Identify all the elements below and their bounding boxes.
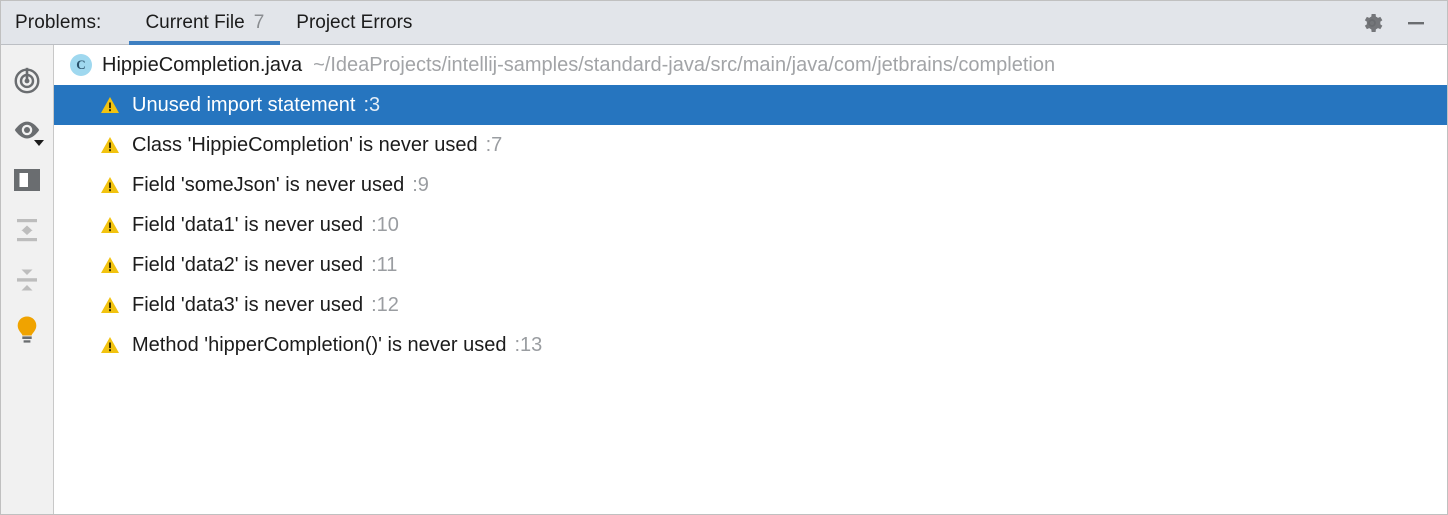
problem-message: Field 'someJson' is never used: [132, 173, 405, 196]
problems-list: C HippieCompletion.java ~/IdeaProjects/i…: [54, 45, 1447, 514]
hide-panel-button[interactable]: [1399, 6, 1433, 40]
problem-line-number: :9: [412, 173, 429, 196]
problem-line-number: :10: [371, 213, 399, 236]
problem-message: Unused import statement: [132, 93, 356, 116]
warning-triangle-icon: [101, 137, 119, 153]
problem-row[interactable]: Field 'data1' is never used :10: [54, 205, 1447, 245]
warning-triangle-icon: [101, 257, 119, 273]
inspection-target-icon: [14, 67, 40, 94]
toolbar-item-expand-all[interactable]: [5, 205, 49, 255]
problem-row[interactable]: Unused import statement :3: [54, 85, 1447, 125]
toolbar-item-inspections[interactable]: [5, 55, 49, 105]
problem-line-number: :13: [514, 333, 543, 356]
problem-line-number: :12: [371, 293, 399, 316]
collapse-all-icon: [17, 269, 37, 291]
problem-row[interactable]: Method 'hipperCompletion()' is never use…: [54, 325, 1447, 365]
problem-line-number: :7: [485, 133, 503, 156]
toolbar-item-view-options[interactable]: [5, 105, 49, 155]
problem-line-number: :3: [363, 93, 381, 116]
lightbulb-icon: [17, 316, 37, 343]
warning-triangle-icon: [101, 337, 119, 353]
problem-message: Field 'data1' is never used: [132, 213, 364, 236]
page-title: Problems:: [15, 11, 102, 33]
tool-window-header: Problems: Current File 7 Project Errors: [1, 1, 1447, 45]
left-toolbar: [1, 45, 54, 514]
problem-row[interactable]: Field 'someJson' is never used :9: [54, 165, 1447, 205]
problem-row[interactable]: Class 'HippieCompletion' is never used :…: [54, 125, 1447, 165]
problem-message: Field 'data3' is never used: [132, 293, 364, 316]
problem-message: Class 'HippieCompletion' is never used: [132, 133, 478, 156]
settings-button[interactable]: [1355, 6, 1389, 40]
tab-current-file-count: 7: [253, 11, 265, 33]
toolbar-item-collapse-all[interactable]: [5, 255, 49, 305]
problem-row[interactable]: Field 'data3' is never used :12: [54, 285, 1447, 325]
warning-triangle-icon: [101, 217, 119, 233]
tab-project-errors-label: Project Errors: [296, 11, 413, 33]
problem-row[interactable]: Field 'data2' is never used :11: [54, 245, 1447, 285]
problems-tool-window: Problems: Current File 7 Project Errors: [0, 0, 1448, 515]
warning-triangle-icon: [101, 177, 119, 193]
tab-current-file-label: Current File: [145, 11, 245, 33]
file-path: ~/IdeaProjects/intellij-samples/standard…: [313, 53, 1056, 76]
expand-all-icon: [17, 219, 37, 242]
warning-triangle-icon: [101, 297, 119, 313]
java-class-icon: C: [70, 54, 92, 76]
tab-project-errors[interactable]: Project Errors: [280, 1, 428, 45]
eye-icon: [14, 121, 40, 139]
file-name: HippieCompletion.java: [102, 53, 303, 76]
split-panel-icon: [14, 169, 40, 191]
problem-line-number: :11: [371, 253, 398, 276]
file-row[interactable]: C HippieCompletion.java ~/IdeaProjects/i…: [54, 45, 1447, 85]
warning-triangle-icon: [101, 97, 119, 113]
gear-icon: [1364, 13, 1383, 32]
minimize-icon: [1408, 21, 1424, 24]
problem-message: Method 'hipperCompletion()' is never use…: [132, 333, 507, 356]
problem-message: Field 'data2' is never used: [132, 253, 364, 276]
header-actions: [1355, 6, 1447, 40]
tab-current-file[interactable]: Current File 7: [129, 1, 281, 45]
toolbar-item-editor-preview[interactable]: [5, 155, 49, 205]
chevron-down-icon: [34, 140, 44, 146]
toolbar-item-quick-fixes[interactable]: [5, 305, 49, 355]
tool-window-body: C HippieCompletion.java ~/IdeaProjects/i…: [1, 45, 1447, 514]
